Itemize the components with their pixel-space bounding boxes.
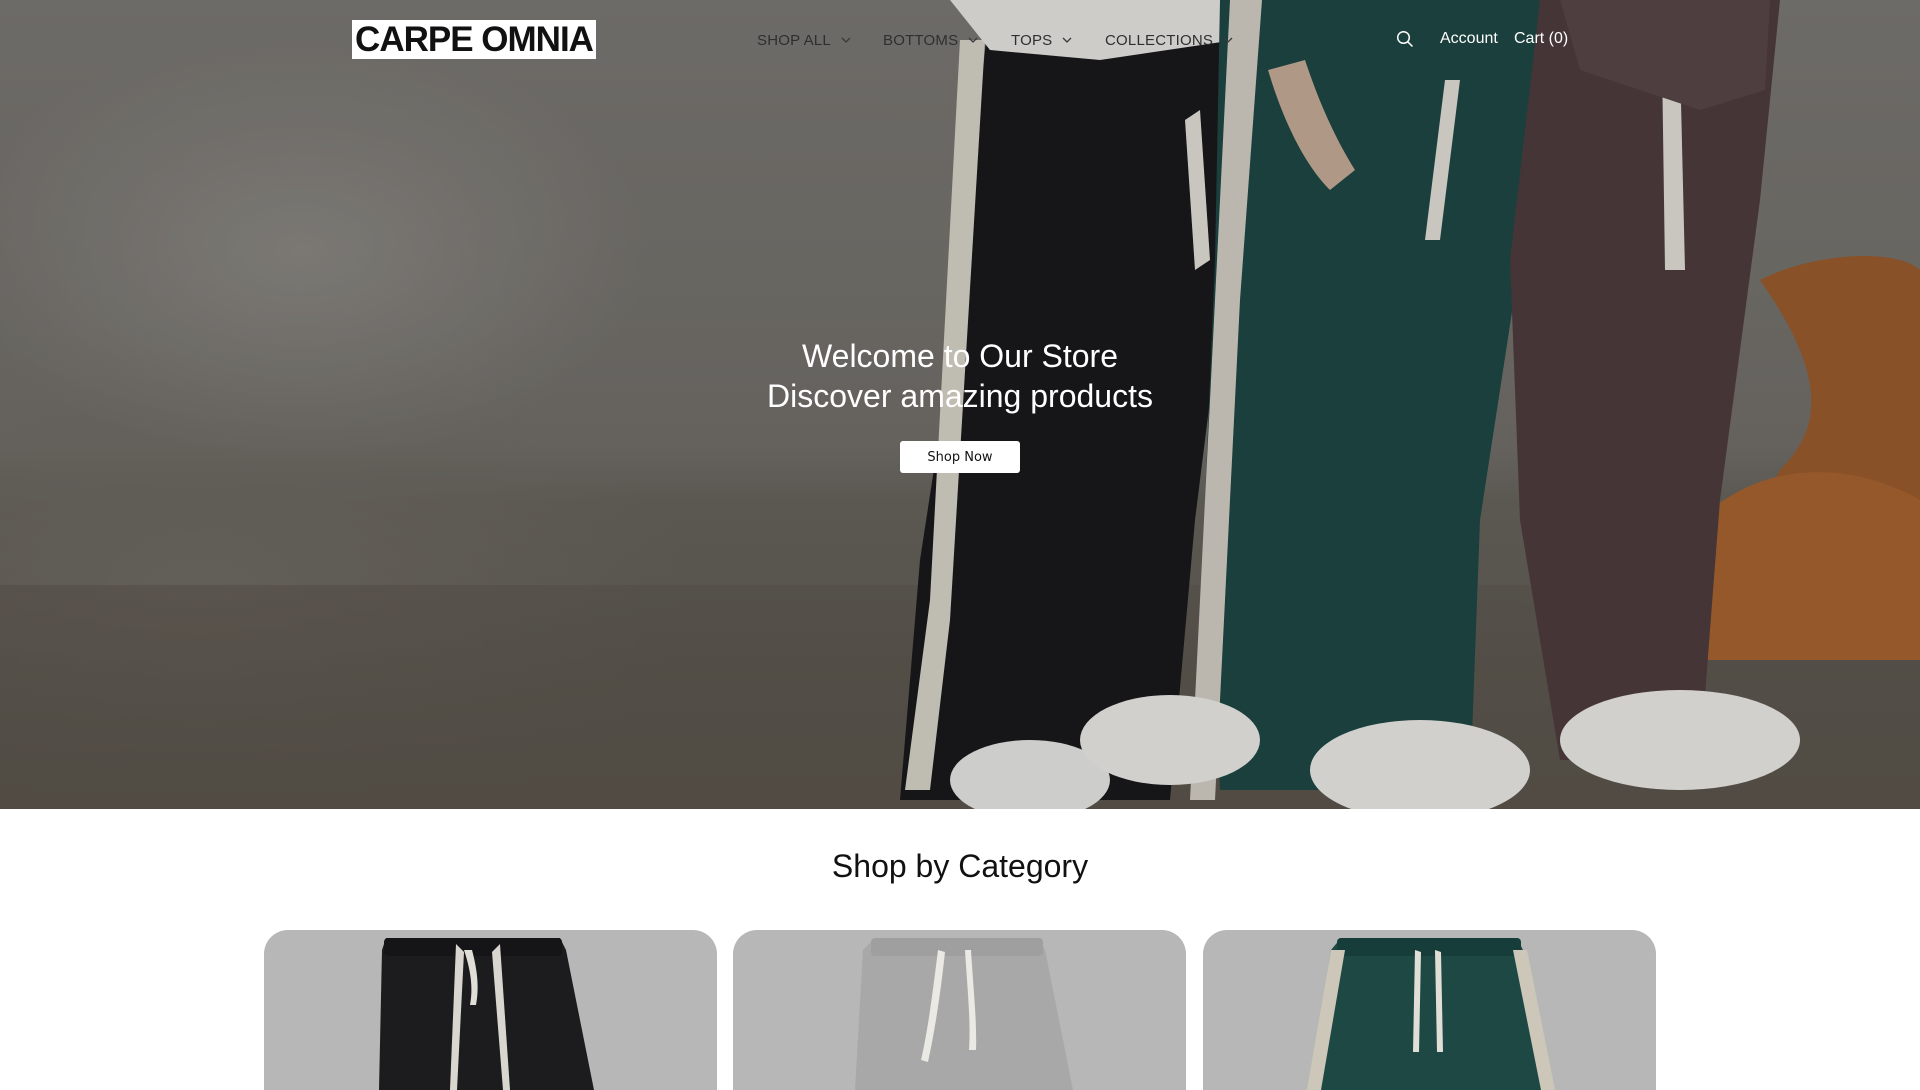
hero-text: Welcome to Our Store Discover amazing pr… [0, 336, 1920, 416]
category-card[interactable] [733, 930, 1186, 1090]
grey-pants-image [855, 938, 1073, 1090]
hero-subtitle: Discover amazing products [767, 378, 1153, 414]
category-card[interactable] [264, 930, 717, 1090]
site-header: CARPE OMNIA SHOP ALL BOTTOMS TOPS COLLEC… [0, 0, 1920, 80]
site-logo[interactable]: CARPE OMNIA [352, 20, 596, 59]
search-icon[interactable] [1396, 30, 1414, 48]
cart-link[interactable]: Cart (0) [1514, 30, 1568, 48]
chevron-down-icon [968, 37, 978, 43]
black-pants-image [379, 938, 594, 1090]
nav-shop-all[interactable]: SHOP ALL [757, 30, 851, 50]
account-link[interactable]: Account [1440, 30, 1498, 48]
nav-bottoms[interactable]: BOTTOMS [883, 30, 978, 50]
chevron-down-icon [1223, 37, 1233, 43]
nav-collections[interactable]: COLLECTIONS [1105, 30, 1233, 50]
nav-bottoms-label: BOTTOMS [883, 31, 959, 49]
shop-now-button[interactable]: Shop Now [900, 441, 1020, 473]
nav-shop-all-label: SHOP ALL [757, 31, 831, 49]
nav-tops-label: TOPS [1011, 31, 1053, 49]
category-card[interactable] [1203, 930, 1656, 1090]
green-pants-image [1307, 938, 1555, 1090]
category-section-title: Shop by Category [831, 848, 1089, 884]
hero-title: Welcome to Our Store [802, 338, 1118, 374]
nav-tops[interactable]: TOPS [1011, 30, 1072, 50]
nav-collections-label: COLLECTIONS [1105, 31, 1214, 49]
chevron-down-icon [1062, 37, 1072, 43]
chevron-down-icon [841, 37, 851, 43]
